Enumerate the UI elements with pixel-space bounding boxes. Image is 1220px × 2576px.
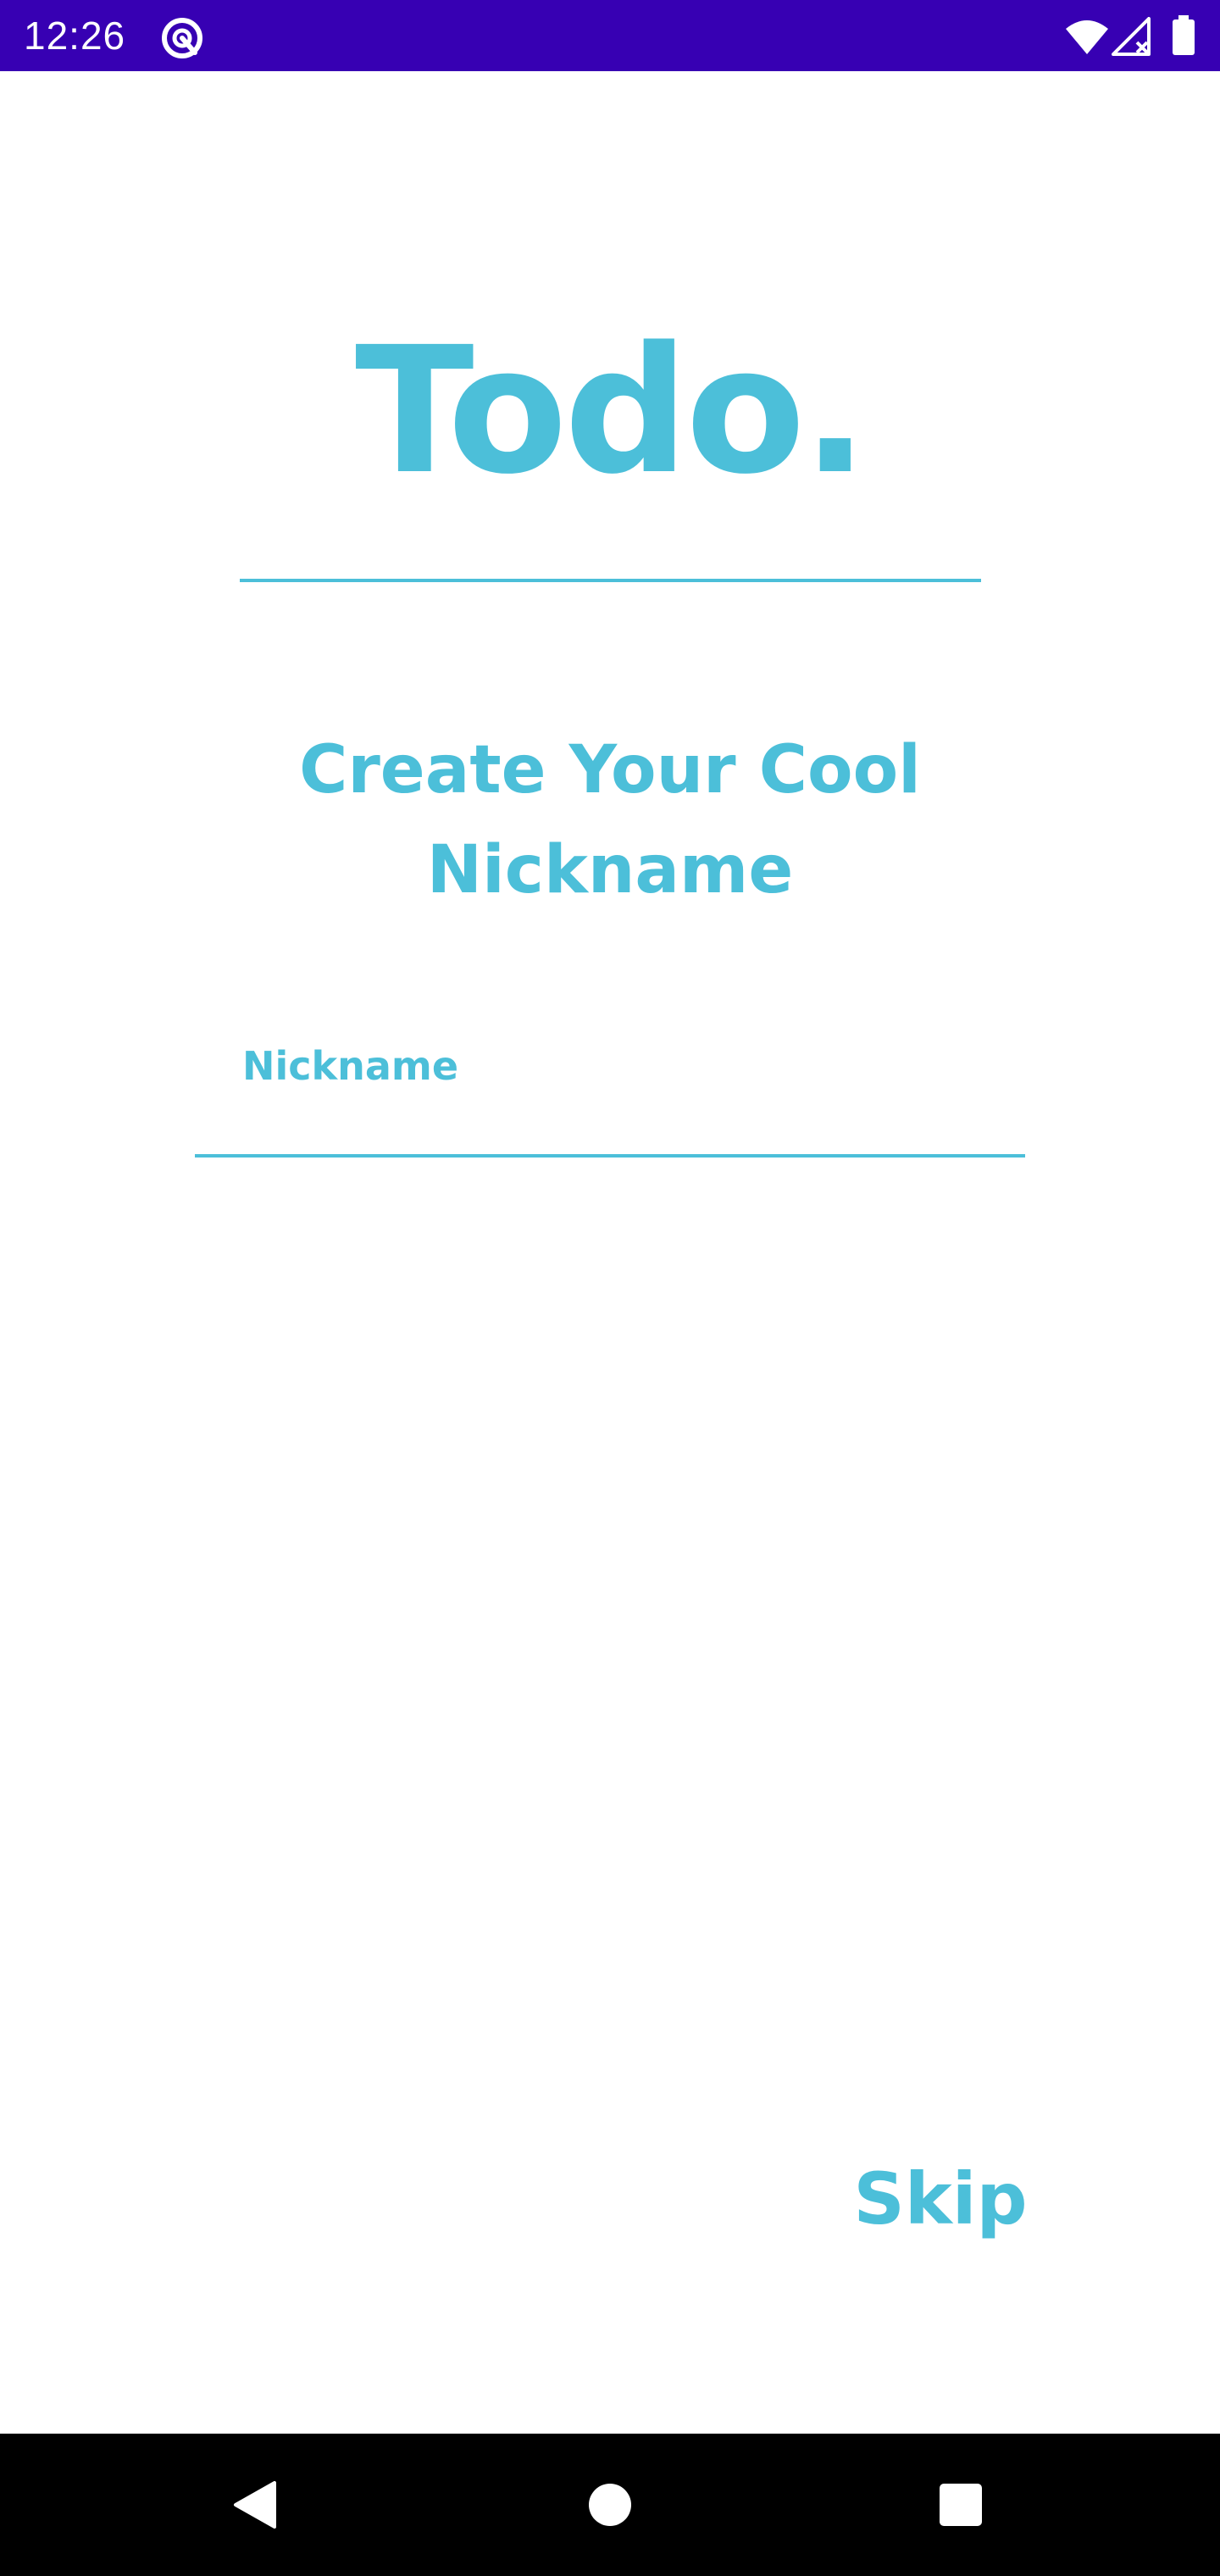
nickname-input[interactable] (195, 1085, 1025, 1152)
skip-button[interactable]: Skip (847, 2152, 1034, 2246)
status-bar: 12:26 (0, 0, 1220, 71)
status-time: 12:26 (24, 14, 126, 58)
back-icon (234, 2481, 276, 2529)
nav-home-button[interactable] (568, 2462, 652, 2547)
nickname-field[interactable]: Nickname (195, 1017, 1025, 1161)
nav-recents-button[interactable] (918, 2462, 1003, 2547)
title-divider (240, 579, 981, 582)
battery-icon (1173, 15, 1195, 55)
wifi-icon (1066, 20, 1108, 54)
app-notification-icon (162, 18, 202, 58)
recents-icon (940, 2484, 982, 2526)
app-title: Todo. (355, 309, 868, 513)
nav-back-button[interactable] (212, 2462, 297, 2547)
nickname-label: Nickname (242, 1043, 459, 1089)
nickname-heading: Create Your Cool Nickname (299, 732, 921, 908)
cell-signal-icon (1112, 17, 1151, 56)
home-icon (589, 2484, 631, 2526)
navigation-bar (0, 2434, 1220, 2576)
nickname-underline (195, 1154, 1025, 1158)
